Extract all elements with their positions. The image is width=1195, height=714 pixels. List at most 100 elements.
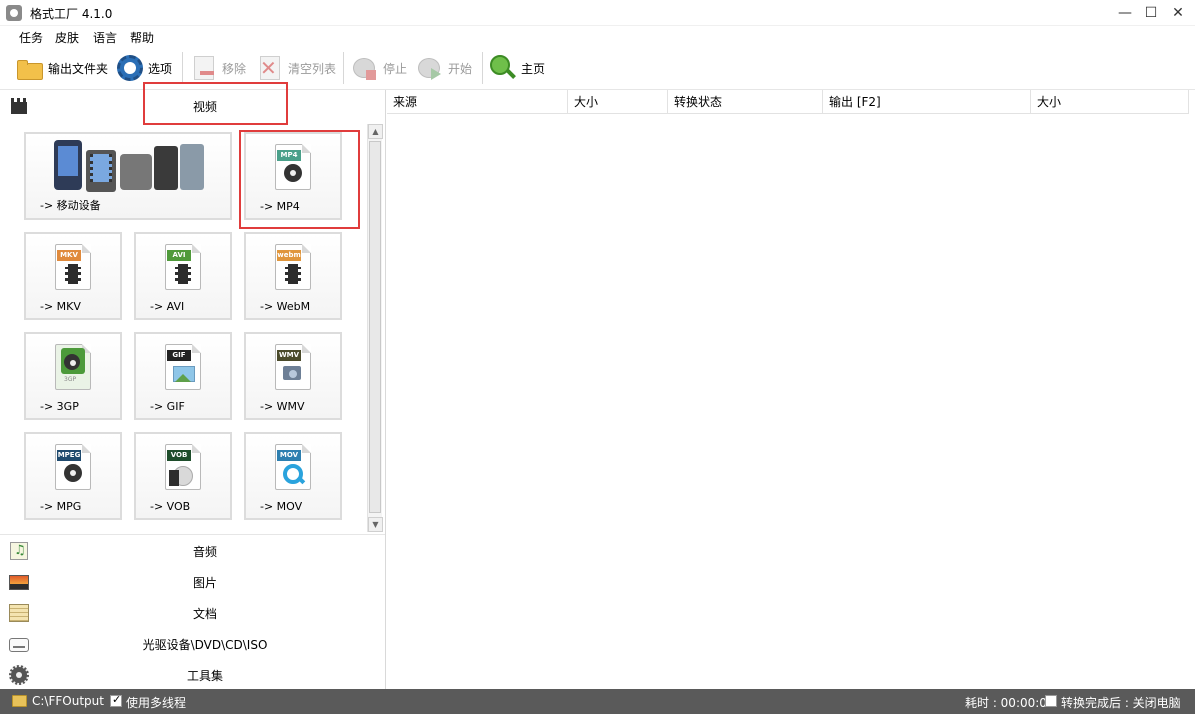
stop-label: 停止 [383,61,408,76]
tile-mp4[interactable]: MP4 -> MP4 [244,132,342,220]
category-image-label: 图片 [192,576,217,590]
toolbar: 输出文件夹 选项 移除 ✕ 清空列表 停止 开始 主页 [0,46,1195,90]
title-bar: 格式工厂 4.1.0 — ☐ ✕ [0,0,1195,26]
category-tools[interactable]: 工具集 [0,659,385,689]
home-label: 主页 [521,61,546,76]
multithread-label: 使用多线程 [126,696,187,710]
app-logo-icon [6,5,22,21]
mpeg-file-icon: MPEG [55,444,91,490]
window-title: 格式工厂 4.1.0 [30,7,113,21]
format-grid: -> 移动设备 MP4 -> MP4 MKV -> MKV AVI -> AVI… [0,124,366,534]
webm-file-icon: webm [275,244,311,290]
tile-label: -> MPG [40,500,82,513]
after-done-label: 转换完成后 : 关闭电脑 [1061,696,1181,710]
stop-button[interactable]: 停止 [351,52,407,84]
tile-label: -> AVI [150,300,185,313]
options-button[interactable]: 选项 [116,52,172,84]
tile-label: -> GIF [150,400,185,413]
scroll-thumb[interactable] [369,141,381,513]
tile-label: -> MKV [40,300,81,313]
output-folder-button[interactable]: 输出文件夹 [16,52,108,84]
column-size[interactable]: 大小 [568,90,668,114]
tile-webm[interactable]: webm -> WebM [244,232,342,320]
remove-icon [190,54,218,82]
maximize-button[interactable]: ☐ [1136,0,1166,26]
scroll-up-icon[interactable]: ▲ [368,124,383,139]
tile-label: -> VOB [150,500,191,513]
wmv-file-icon: WMV [275,344,311,390]
toolbar-separator [343,52,344,84]
left-panel: 视频 -> 移动设备 MP4 -> MP4 MKV -> MKV AVI -> … [0,82,386,689]
category-document-label: 文档 [192,607,217,621]
toolbar-separator [482,52,483,84]
quicktime-file-icon: MOV [275,444,311,490]
category-optical-drive-label: 光驱设备\DVD\CD\ISO [142,638,268,652]
vob-file-icon: VOB [165,444,201,490]
start-icon [416,54,444,82]
output-folder-label: 输出文件夹 [48,61,109,76]
menu-task[interactable]: 任务 [19,29,43,46]
stop-icon [351,54,379,82]
category-optical-drive[interactable]: 光驱设备\DVD\CD\ISO [0,628,385,658]
tile-avi[interactable]: AVI -> AVI [134,232,232,320]
3gp-file-icon: 3GP [55,344,91,390]
scroll-down-icon[interactable]: ▼ [368,517,383,532]
avi-file-icon: AVI [165,244,201,290]
tile-label: -> 移动设备 [40,199,101,212]
remove-button[interactable]: 移除 [190,52,246,84]
gif-file-icon: GIF [165,344,201,390]
clear-icon: ✕ [256,54,284,82]
category-image[interactable]: 图片 [0,566,385,596]
folder-icon [16,54,44,82]
close-button[interactable]: ✕ [1163,0,1193,26]
clear-list-label: 清空列表 [288,61,337,76]
toolbar-separator [182,52,183,84]
category-document[interactable]: 文档 [0,597,385,627]
output-path[interactable]: C:\FFOutput [32,694,104,708]
tile-mkv[interactable]: MKV -> MKV [24,232,122,320]
menu-help[interactable]: 帮助 [130,29,154,46]
category-audio[interactable]: ♫ 音频 [0,535,385,565]
tile-label: -> WebM [260,300,311,313]
tile-vob[interactable]: VOB -> VOB [134,432,232,520]
options-label: 选项 [148,61,173,76]
gear-icon [116,54,144,82]
tile-wmv[interactable]: WMV -> WMV [244,332,342,420]
mobile-devices-icon [54,140,204,194]
magnifier-icon [489,54,517,82]
category-video[interactable]: 视频 [0,90,385,120]
tile-label: -> 3GP [40,400,79,413]
menu-skin[interactable]: 皮肤 [55,29,79,46]
tile-gif[interactable]: GIF -> GIF [134,332,232,420]
start-button[interactable]: 开始 [416,52,472,84]
remove-label: 移除 [222,61,247,76]
elapsed-time: 耗时 : 00:00:00 [965,696,1055,710]
mp4-file-icon: MP4 [275,144,311,190]
column-output[interactable]: 输出 [F2] [823,90,1031,114]
category-audio-label: 音频 [192,545,217,559]
tile-label: -> MOV [260,500,303,513]
column-output-size[interactable]: 大小 [1031,90,1189,114]
tile-label: -> WMV [260,400,305,413]
format-grid-scrollbar[interactable]: ▲ ▼ [367,124,383,532]
mkv-file-icon: MKV [55,244,91,290]
multithread-checkbox[interactable] [110,693,122,707]
column-source[interactable]: 来源 [387,90,568,114]
folder-icon [12,695,27,707]
category-video-label: 视频 [192,100,217,114]
menu-bar: 任务 皮肤 语言 帮助 [0,26,1195,46]
tile-label: -> MP4 [260,200,300,213]
start-label: 开始 [448,61,473,76]
status-bar: C:\FFOutput 使用多线程 耗时 : 00:00:00 转换完成后 : … [0,689,1195,714]
tile-mov[interactable]: MOV -> MOV [244,432,342,520]
tile-mobile-device[interactable]: -> 移动设备 [24,132,232,220]
clear-list-button[interactable]: ✕ 清空列表 [256,52,336,84]
task-list[interactable]: 来源 大小 转换状态 输出 [F2] 大小 [387,90,1195,689]
tile-3gp[interactable]: 3GP -> 3GP [24,332,122,420]
home-button[interactable]: 主页 [489,52,545,84]
menu-language[interactable]: 语言 [93,29,117,46]
column-status[interactable]: 转换状态 [668,90,823,114]
shutdown-after-checkbox[interactable] [1045,695,1057,707]
tile-mpg[interactable]: MPEG -> MPG [24,432,122,520]
category-tools-label: 工具集 [186,669,223,683]
